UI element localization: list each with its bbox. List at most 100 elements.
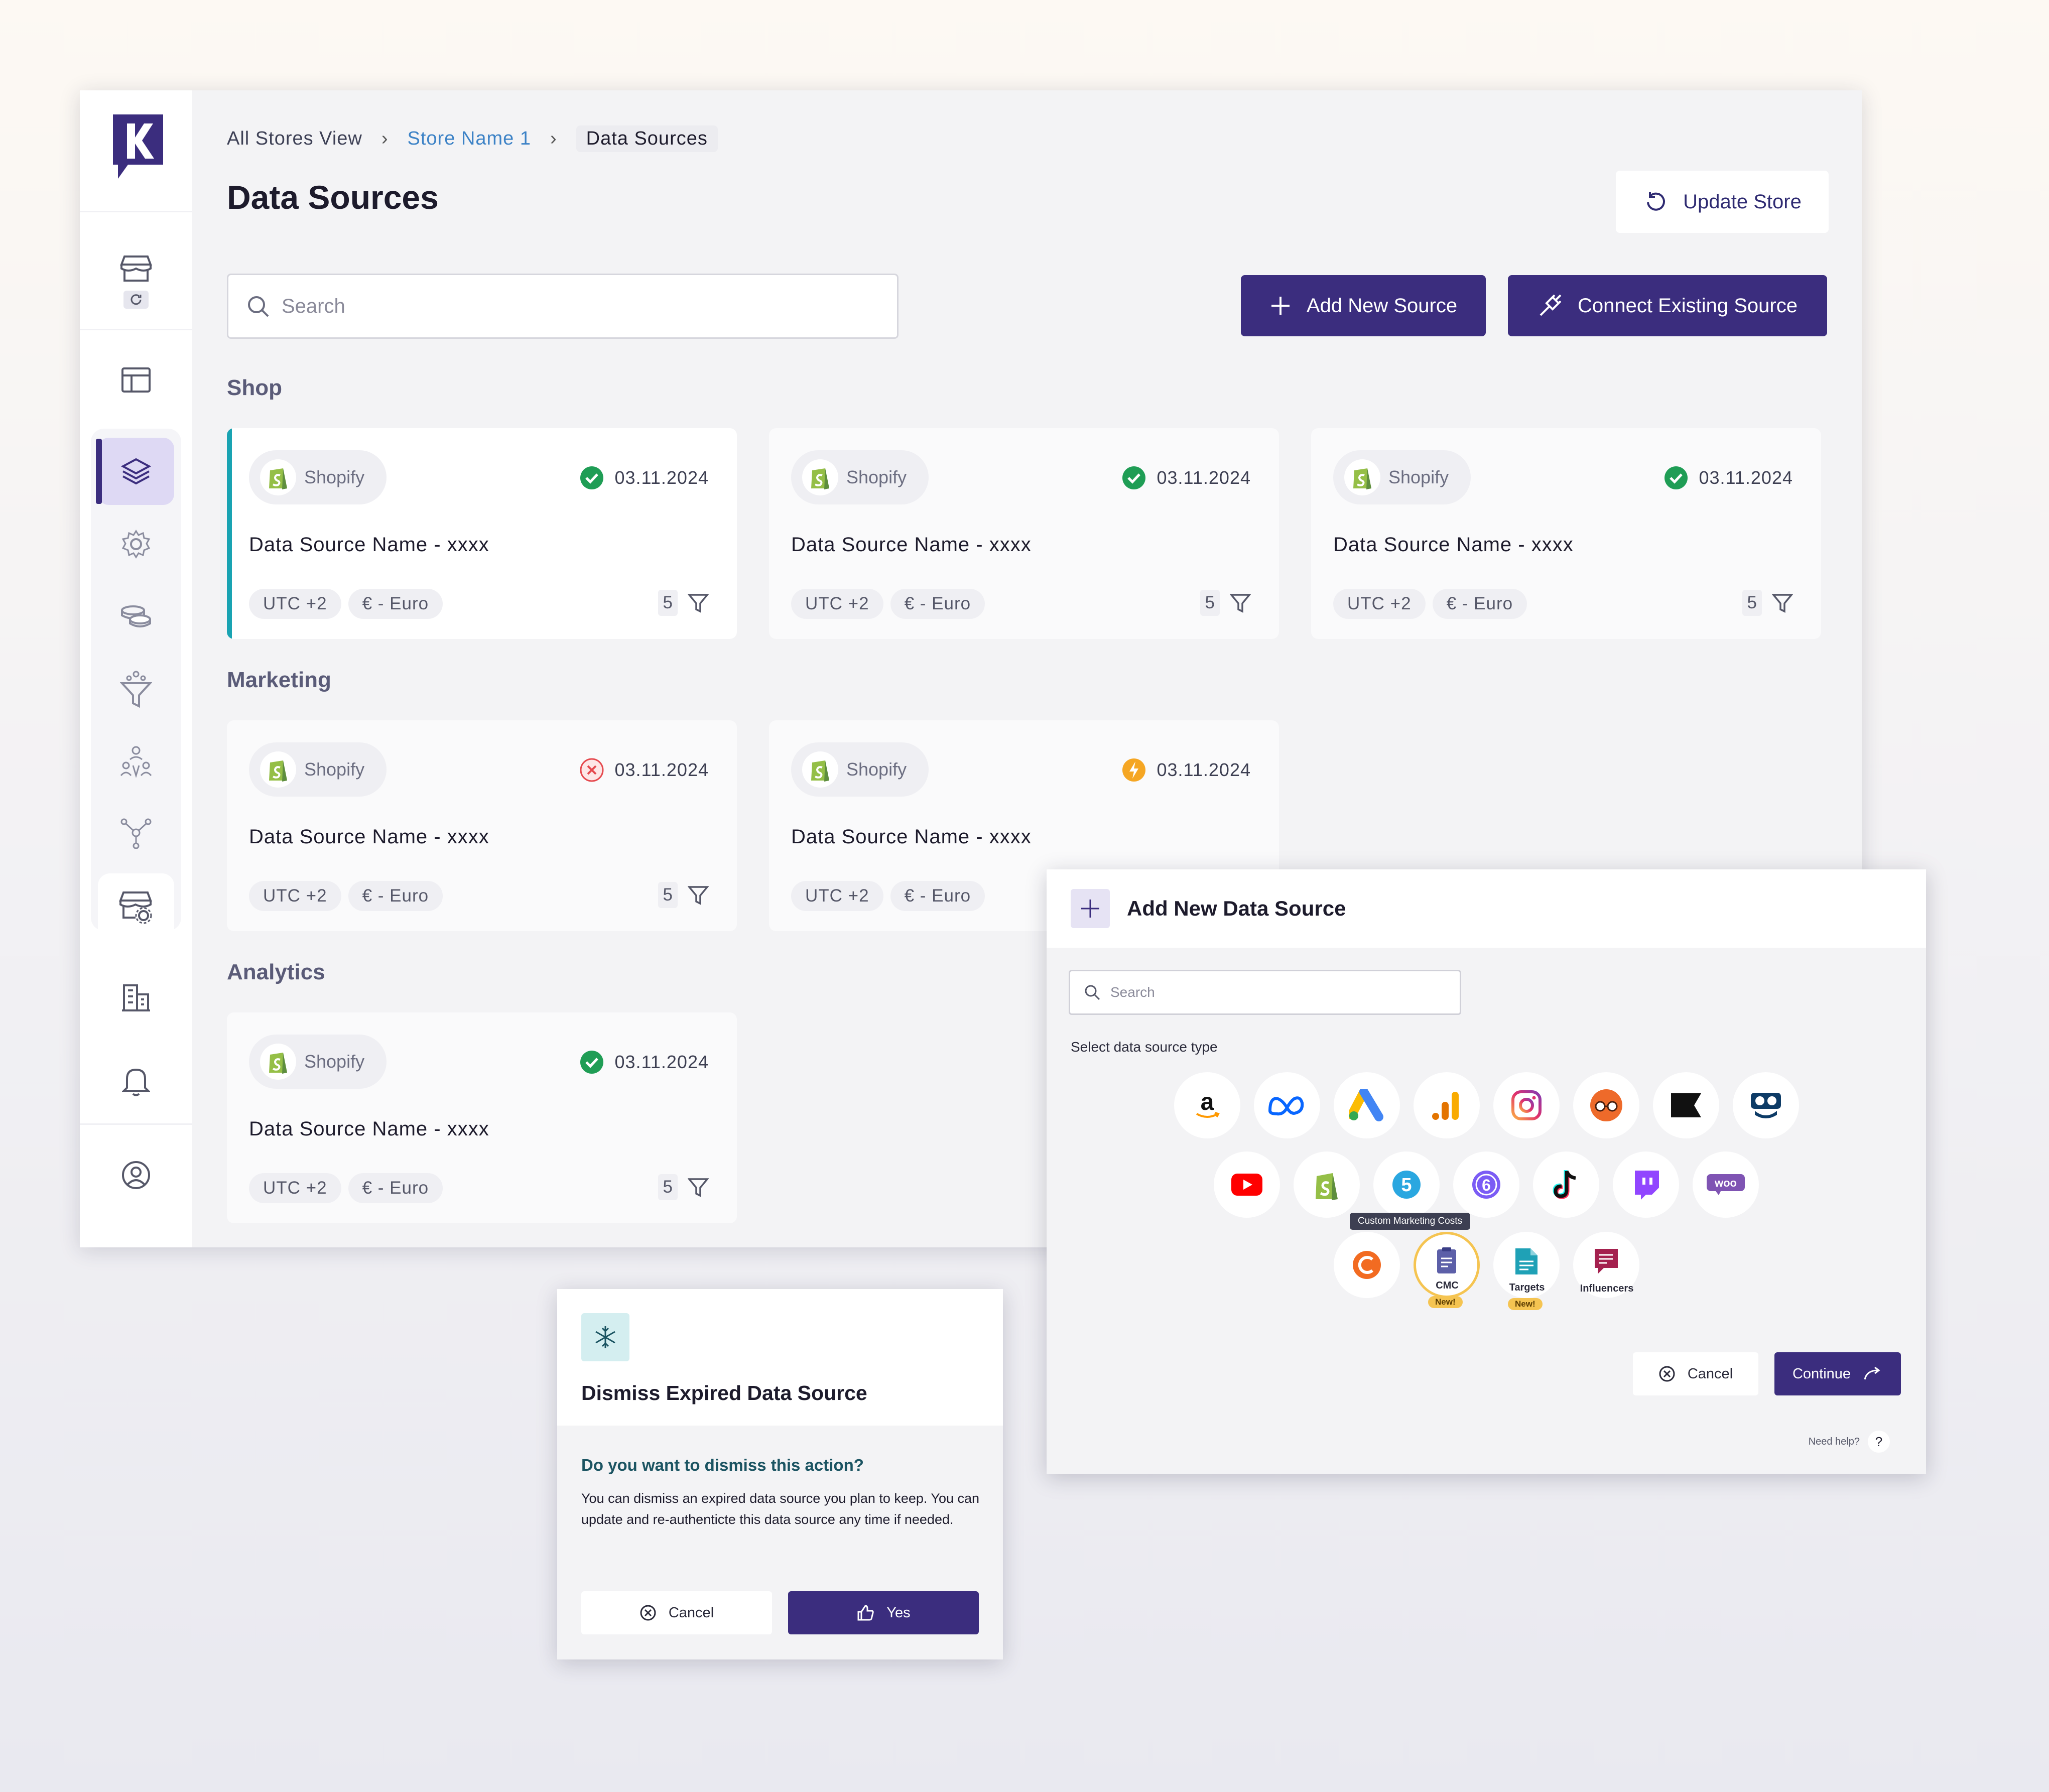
check-circle-icon (580, 1051, 604, 1074)
nav-funnel[interactable] (98, 656, 174, 723)
nav-integrations[interactable] (98, 799, 174, 866)
nav-costs[interactable] (98, 582, 174, 650)
shopify-icon (1344, 459, 1380, 495)
data-source-name: Data Source Name - xxxx (249, 534, 489, 556)
continue-label: Continue (1792, 1365, 1851, 1382)
update-store-button[interactable]: Update Store (1616, 171, 1829, 233)
filter-count: 5 (1742, 590, 1762, 616)
continue-button[interactable]: Continue (1774, 1352, 1901, 1395)
plug-icon (1540, 294, 1562, 316)
data-source-name: Data Source Name - xxxx (249, 826, 489, 848)
new-badge: New! (1428, 1296, 1463, 1308)
nav-stores[interactable] (98, 246, 174, 313)
data-source-card[interactable]: Shopify 03.11.2024 Data Source Name - xxxx… (227, 720, 737, 931)
connect-existing-source-label: Connect Existing Source (1577, 294, 1798, 317)
nav-profile[interactable] (98, 1141, 174, 1209)
tiktok-icon[interactable] (1533, 1151, 1599, 1218)
status-indicator: 03.11.2024 (579, 1050, 709, 1075)
add-new-source-button[interactable]: Add New Source (1241, 275, 1486, 336)
logo[interactable] (113, 114, 163, 179)
criteo-icon[interactable] (1733, 1072, 1799, 1138)
dismiss-cancel-label: Cancel (668, 1604, 714, 1621)
nav-dashboard[interactable] (98, 346, 174, 414)
shopify-icon (260, 459, 296, 495)
modal-cancel-button[interactable]: Cancel (1633, 1352, 1758, 1395)
nav-notifications[interactable] (98, 1047, 174, 1114)
google-analytics-icon[interactable] (1414, 1072, 1480, 1138)
status-indicator: 03.11.2024 (1121, 757, 1251, 783)
page-title: Data Sources (227, 179, 439, 216)
instagram-icon[interactable] (1493, 1072, 1560, 1138)
source-badge: Shopify (249, 450, 387, 504)
six-icon[interactable]: 6 (1453, 1151, 1519, 1218)
dismiss-cancel-button[interactable]: Cancel (581, 1591, 772, 1634)
breadcrumb-current: Data Sources (576, 125, 718, 152)
nav-data-sources[interactable] (96, 438, 174, 505)
filter-button[interactable]: 5 (658, 1174, 709, 1200)
modal-cancel-label: Cancel (1687, 1365, 1733, 1382)
plus-icon (1271, 297, 1290, 315)
currency-tag: € - Euro (1432, 589, 1527, 619)
search-placeholder: Search (282, 295, 345, 317)
search-input[interactable]: Search (227, 274, 899, 339)
data-source-name: Data Source Name - xxxx (791, 534, 1032, 556)
update-store-label: Update Store (1683, 190, 1802, 213)
data-source-name: Data Source Name - xxxx (1333, 534, 1574, 556)
shopify-icon[interactable] (1294, 1151, 1360, 1218)
close-circle-icon (640, 1605, 656, 1621)
section-marketing: Marketing (227, 668, 331, 692)
help-link[interactable]: Need help? ? (1809, 1431, 1890, 1453)
data-source-card[interactable]: Shopify 03.11.2024 Data Source Name - xxxx… (1311, 428, 1821, 639)
glasses-icon[interactable] (1573, 1072, 1639, 1138)
timezone-tag: UTC +2 (249, 589, 341, 619)
forward-arrow-icon (1864, 1366, 1880, 1380)
yes-button[interactable]: Yes (788, 1591, 979, 1634)
nav-attribution[interactable] (98, 728, 174, 795)
google-ads-icon[interactable] (1334, 1072, 1400, 1138)
thumbs-up-icon (857, 1605, 874, 1621)
nav-company[interactable] (98, 964, 174, 1031)
source-badge: Shopify (791, 450, 929, 504)
klaviyo-icon[interactable] (1653, 1072, 1719, 1138)
meta-icon[interactable] (1254, 1072, 1320, 1138)
add-new-source-label: Add New Source (1306, 294, 1458, 317)
five-icon[interactable]: 5 (1373, 1151, 1440, 1218)
modal-search-input[interactable]: Search (1069, 970, 1461, 1015)
filter-icon (688, 594, 709, 613)
dismiss-modal: Dismiss Expired Data Source Do you want … (557, 1289, 1003, 1659)
filter-count: 5 (1200, 590, 1220, 616)
twitch-icon[interactable] (1613, 1151, 1679, 1218)
youtube-icon[interactable] (1214, 1151, 1280, 1218)
source-name: Shopify (304, 759, 365, 780)
data-source-card[interactable]: Shopify 03.11.2024 Data Source Name - xxxx… (769, 428, 1279, 639)
source-name: Shopify (1388, 467, 1449, 487)
svg-text:5: 5 (1401, 1175, 1412, 1196)
amazon-icon[interactable]: a (1174, 1072, 1240, 1138)
check-circle-icon (1664, 466, 1688, 489)
connect-existing-source-button[interactable]: Connect Existing Source (1508, 275, 1827, 336)
breadcrumb-store[interactable]: Store Name 1 (408, 128, 531, 150)
filter-button[interactable]: 5 (658, 590, 709, 616)
source-badge: Shopify (1333, 450, 1471, 504)
section-analytics: Analytics (227, 960, 325, 984)
data-source-card[interactable]: Shopify 03.11.2024 Data Source Name - xxxx… (227, 428, 737, 639)
influencers-label: Influencers (1580, 1283, 1634, 1294)
currency-tag: € - Euro (890, 589, 985, 619)
c-icon[interactable] (1334, 1232, 1400, 1298)
currency-tag: € - Euro (348, 589, 443, 619)
check-circle-icon (580, 466, 604, 489)
source-name: Shopify (304, 1051, 365, 1072)
filter-button[interactable]: 5 (1200, 590, 1251, 616)
filter-button[interactable]: 5 (1742, 590, 1793, 616)
data-source-card[interactable]: Shopify 03.11.2024 Data Source Name - xxxx… (227, 1012, 737, 1223)
filter-button[interactable]: 5 (658, 882, 709, 908)
woo-icon[interactable]: woo (1693, 1151, 1759, 1218)
source-date: 03.11.2024 (1157, 467, 1251, 488)
select-source-type-label: Select data source type (1071, 1039, 1218, 1055)
nav-store-settings[interactable] (98, 873, 174, 941)
nav-settings[interactable] (98, 510, 174, 578)
data-source-name: Data Source Name - xxxx (791, 826, 1032, 848)
breadcrumb-all-stores[interactable]: All Stores View (227, 128, 362, 150)
modal-search-placeholder: Search (1110, 984, 1155, 1000)
help-label: Need help? (1808, 1436, 1860, 1447)
